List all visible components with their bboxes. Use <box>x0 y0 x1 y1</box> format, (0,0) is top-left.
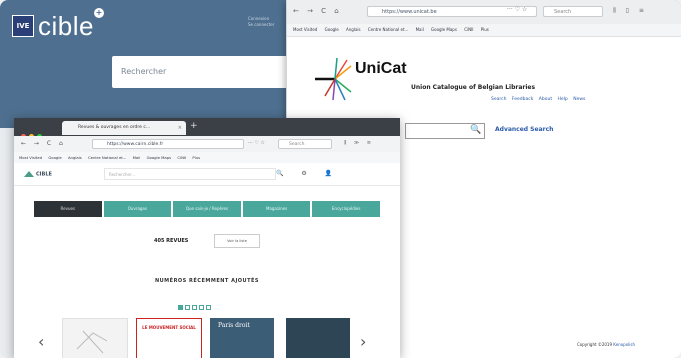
view-list-button[interactable]: Voir la liste <box>214 234 260 248</box>
cover-title: LE MOUVEMENT SOCIAL <box>142 325 196 330</box>
nav-button-que-sais-je[interactable]: Que sais-je / Repères <box>173 201 241 217</box>
site-header: CIBLE Rechercher... 🔍 ⚙ 👤 <box>14 163 400 186</box>
browser-toolbar: ← → C ⌂ https://www.cairn.cible.fr ··· ♡… <box>14 136 400 153</box>
site-header-icons[interactable]: 🔍 ⚙ 👤 <box>276 170 340 177</box>
copyright-text: Copyright ©2019 <box>577 342 612 347</box>
category-nav: Revues Ouvrages Que sais-je / Repères Ma… <box>34 201 380 217</box>
bookmark-item[interactable]: Centre National et... <box>368 27 408 32</box>
bookmarks-bar: Most Visited Google Anglais Centre Natio… <box>287 24 681 37</box>
pager-dot[interactable] <box>185 305 190 310</box>
logo-text: cible <box>38 10 94 41</box>
header-link-signin[interactable]: Se connecter <box>248 22 274 28</box>
bookmark-item[interactable]: Mail <box>133 155 141 160</box>
toolbar-tools-icon[interactable]: ⫼ ▯ ≡ <box>613 7 648 15</box>
journal-cover[interactable]: Paris droit <box>210 318 274 358</box>
bookmark-item[interactable]: Most Visited <box>293 27 317 32</box>
bookmark-item[interactable]: Plus <box>481 27 489 32</box>
browser-search-input[interactable]: Search <box>543 6 603 17</box>
logo-mark: IVE <box>12 15 34 37</box>
search-icon[interactable]: 🔍 <box>470 125 481 135</box>
carousel-pager <box>178 295 213 314</box>
journal-cover[interactable] <box>62 318 128 358</box>
recent-issues-title: NUMÉROS RÉCEMMENT AJOUTÉS <box>154 278 260 284</box>
carousel-next-icon[interactable]: › <box>360 332 366 351</box>
bookmark-item[interactable]: Anglais <box>68 155 82 160</box>
link-search[interactable]: Search <box>491 97 506 102</box>
nav-button-ouvrages[interactable]: Ouvrages <box>103 201 172 217</box>
pager-dot[interactable] <box>178 305 183 310</box>
copyright-owner-link[interactable]: Kenopolish <box>613 342 635 347</box>
logo-triangle-icon <box>24 171 34 177</box>
bookmark-item[interactable]: Most Visited <box>19 155 42 160</box>
close-tab-icon[interactable]: × <box>178 121 182 135</box>
toolbar-tools-icon[interactable]: ⫼ ≫ ≡ <box>344 140 374 146</box>
nav-buttons[interactable]: ← → C ⌂ <box>293 7 342 15</box>
bookmark-item[interactable]: Google Maps <box>147 155 172 160</box>
unicat-nav-links: Search Feedback About Help News <box>487 97 585 102</box>
advanced-search-link[interactable]: Advanced Search <box>495 126 553 133</box>
browser-toolbar: ← → C ⌂ https://www.unicat.be ··· ♡ ☆ Se… <box>287 0 681 25</box>
site-logo-text: CIBLE <box>36 171 52 178</box>
header-links: Connexion Se connecter <box>248 16 274 28</box>
screenshot-frame: IVE cible + Connexion Se connecter Reche… <box>0 0 681 358</box>
site-search-input[interactable]: Rechercher... <box>104 168 276 180</box>
unicat-subtitle: Union Catalogue of Belgian Libraries <box>411 84 536 91</box>
unicat-title: UniCat <box>355 60 407 77</box>
journal-cover[interactable]: LE MOUVEMENT SOCIAL <box>136 318 202 358</box>
nav-button-magazines[interactable]: Magazines <box>242 201 311 217</box>
bookmark-item[interactable]: Mail <box>416 27 424 32</box>
pager-dot[interactable] <box>192 305 197 310</box>
bookmark-item[interactable]: Centre National et... <box>88 155 126 160</box>
page-actions-icon[interactable]: ··· ♡ ☆ <box>507 6 527 13</box>
link-news[interactable]: News <box>573 97 585 102</box>
search-placeholder: Rechercher <box>121 67 167 76</box>
page-actions-icon[interactable]: ··· ♡ ☆ <box>248 140 265 146</box>
cover-title: Paris droit <box>218 322 250 329</box>
bookmark-item[interactable]: CiNII <box>464 27 473 32</box>
carousel-prev-icon[interactable]: ‹ <box>38 332 44 351</box>
site-logo[interactable]: CIBLE <box>24 171 52 178</box>
tab-bar: Revues & ouvrages en ordre c... × + <box>14 118 400 139</box>
link-feedback[interactable]: Feedback <box>512 97 533 102</box>
new-tab-icon[interactable]: + <box>190 121 198 131</box>
bookmark-item[interactable]: Anglais <box>346 27 361 32</box>
link-about[interactable]: About <box>539 97 552 102</box>
logo-plus-icon: + <box>94 8 104 18</box>
cible-browser-window: Revues & ouvrages en ordre c... × + ← → … <box>14 118 400 358</box>
cover-sketch-icon <box>76 330 108 354</box>
browser-search-input[interactable]: Search <box>278 139 332 149</box>
pager-dot[interactable] <box>199 305 204 310</box>
journal-cover[interactable] <box>286 318 350 358</box>
link-help[interactable]: Help <box>558 97 568 102</box>
tab-title: Revues & ouvrages en ordre c... <box>78 125 151 130</box>
unicat-search-input[interactable]: 🔍 <box>405 123 485 139</box>
revues-count: 405 REVUES <box>154 238 189 244</box>
nav-button-revues[interactable]: Revues <box>34 201 102 217</box>
bookmark-item[interactable]: Google <box>325 27 339 32</box>
nav-button-encyclopedies[interactable]: Encyclopédies <box>312 201 380 217</box>
url-bar[interactable]: https://www.cairn.cible.fr <box>92 139 244 149</box>
tab-active[interactable]: Revues & ouvrages en ordre c... × <box>62 121 186 135</box>
bookmark-item[interactable]: Plus <box>192 155 200 160</box>
copyright: Copyright ©2019 Kenopolish <box>577 342 635 347</box>
bookmark-item[interactable]: Google Maps <box>431 27 457 32</box>
pager-dot[interactable] <box>206 305 211 310</box>
nav-buttons[interactable]: ← → C ⌂ <box>21 140 66 147</box>
bookmark-item[interactable]: CiNII <box>177 155 186 160</box>
bookmark-item[interactable]: Google <box>48 155 61 160</box>
